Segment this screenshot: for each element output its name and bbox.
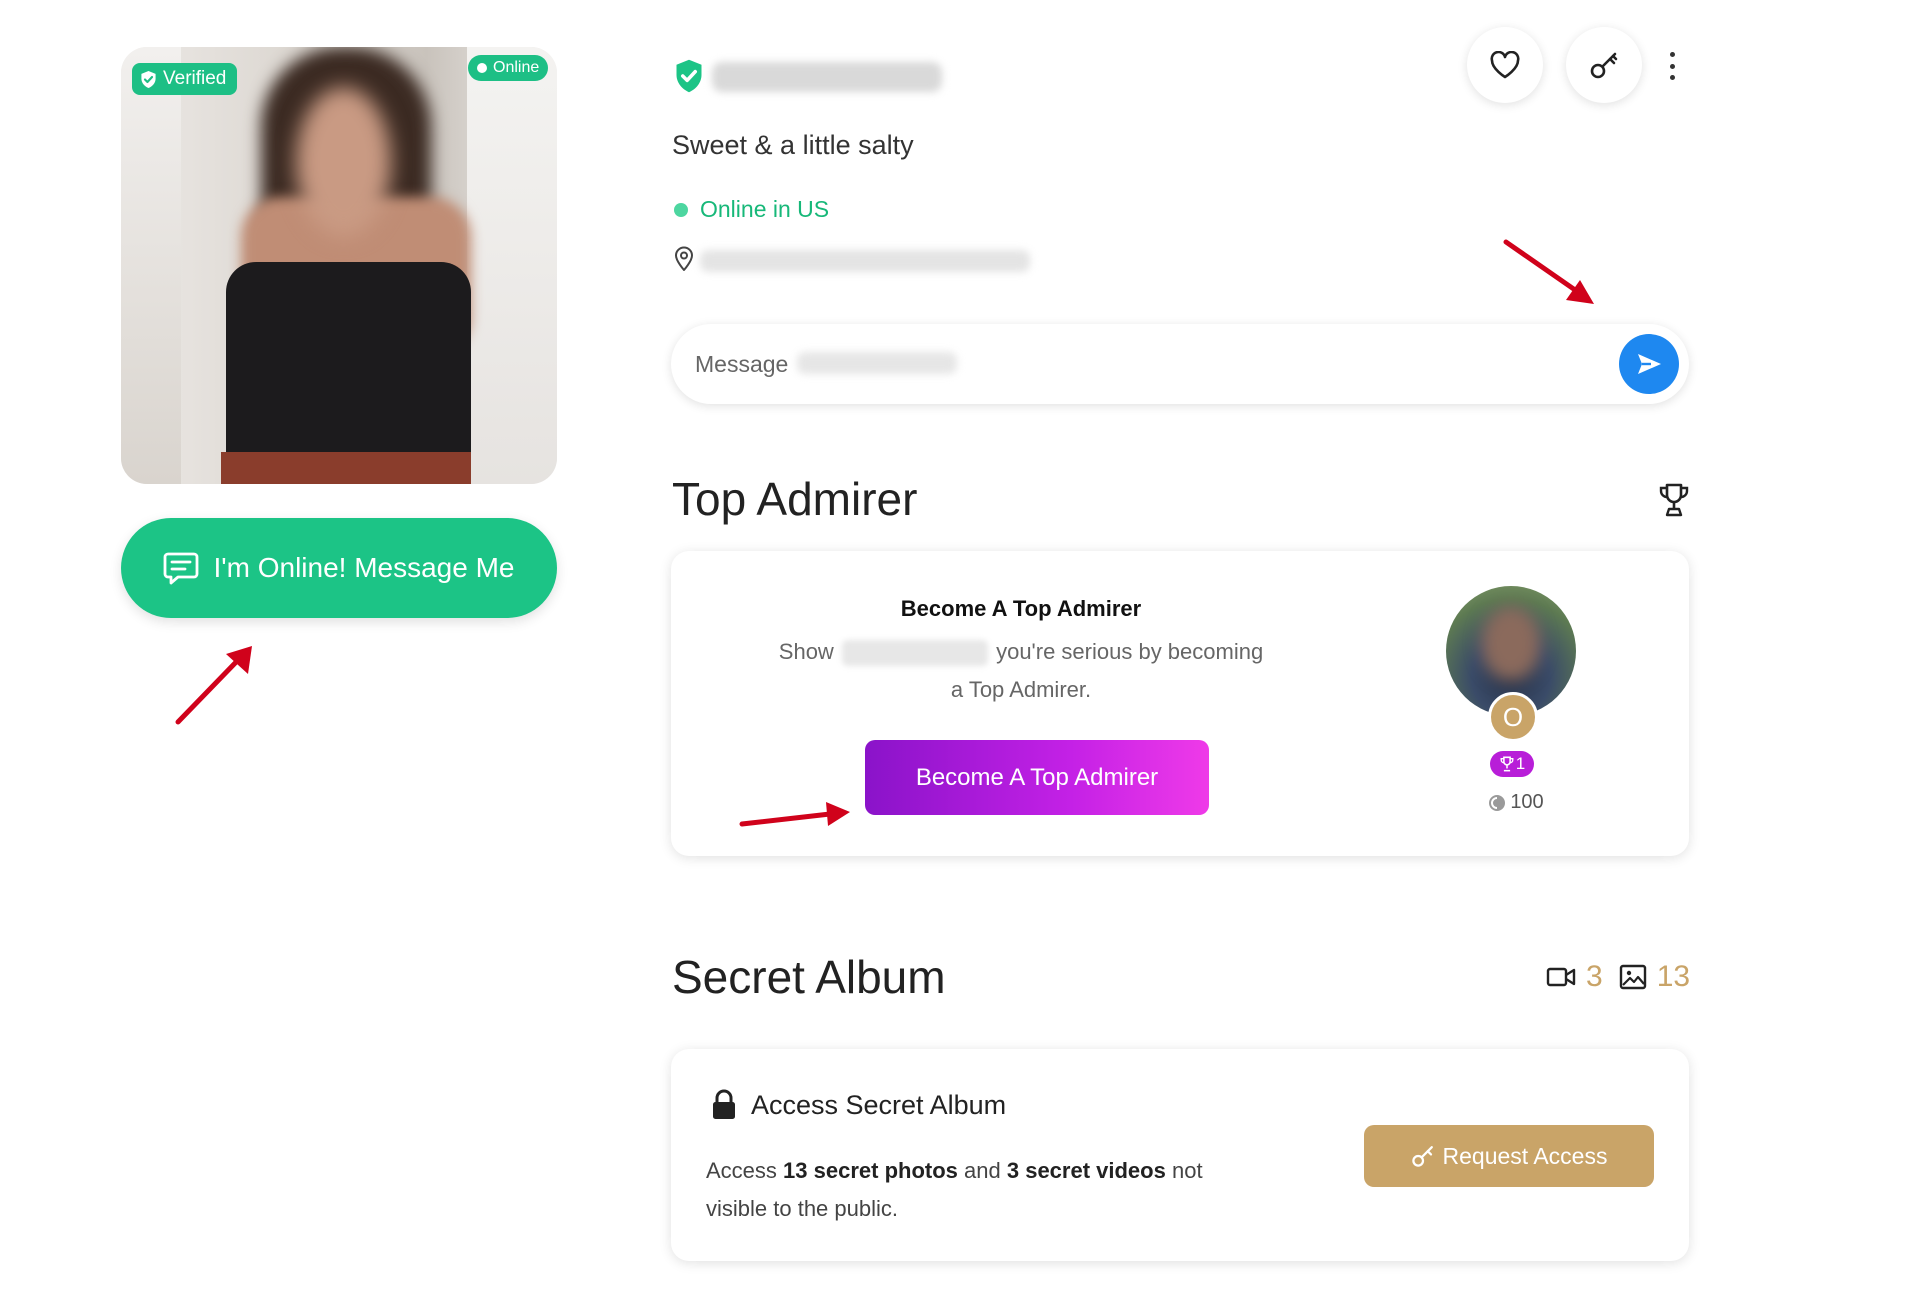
points-value: 100 <box>1510 791 1544 813</box>
request-access-button[interactable]: Request Access <box>1364 1125 1654 1187</box>
request-key-button[interactable] <box>1566 27 1642 103</box>
annotation-arrow-become-admirer <box>739 802 850 827</box>
profile-photo[interactable] <box>121 47 557 484</box>
album-photo-text: 13 secret photos <box>783 1158 958 1183</box>
message-me-label: I'm Online! Message Me <box>213 552 515 583</box>
secret-album-card: Access Secret Album Access 13 secret pho… <box>671 1049 1689 1261</box>
shield-check-icon <box>676 59 702 93</box>
username-redacted <box>712 62 942 92</box>
online-label: Online <box>493 59 540 76</box>
profile-tagline: Sweet & a little salty <box>672 130 914 160</box>
verified-badge: Verified <box>132 63 238 95</box>
online-badge: Online <box>468 55 549 81</box>
top-admirer-heading: Top Admirer <box>672 473 918 525</box>
annotation-arrow-message-me <box>175 646 252 725</box>
coin-icon <box>1489 794 1506 811</box>
album-description: Access 13 secret photos and 3 secret vid… <box>706 1152 1266 1228</box>
image-icon <box>1619 964 1646 990</box>
admirer-desc-prefix: Show <box>778 639 834 664</box>
album-title-text: Access Secret Album <box>751 1089 1007 1120</box>
album-video-text: 3 secret videos <box>1006 1158 1166 1183</box>
username-redacted <box>841 640 988 667</box>
album-desc-part1: Access <box>706 1158 777 1183</box>
more-vertical-icon[interactable] <box>1660 52 1684 80</box>
admirer-desc-suffix: you're serious by becoming <box>996 639 1264 664</box>
video-count: 3 <box>1586 960 1603 993</box>
admirer-card-title: Become A Top Admirer <box>900 596 1142 621</box>
photo-count: 13 <box>1656 960 1691 993</box>
send-icon <box>1638 354 1661 374</box>
online-dot <box>477 63 487 73</box>
status-dot <box>674 202 688 217</box>
become-top-admirer-button[interactable]: Become A Top Admirer <box>865 740 1209 815</box>
secret-album-heading: Secret Album <box>672 951 946 1003</box>
admirer-points: 100 <box>1481 791 1551 814</box>
send-button[interactable] <box>1619 334 1679 394</box>
trophy-icon <box>1500 756 1514 772</box>
trophy-icon[interactable] <box>1658 482 1690 518</box>
favorite-button[interactable] <box>1467 27 1543 103</box>
rank-badge: 1 <box>1490 751 1534 777</box>
rank-value: 1 <box>1515 754 1526 773</box>
admirer-desc-line2: a Top Admirer. <box>950 677 1092 702</box>
request-access-label: Request Access <box>1442 1142 1608 1169</box>
album-media-counts: 3 13 <box>1546 960 1690 994</box>
video-icon <box>1546 967 1576 987</box>
status-text: Online in US <box>700 196 830 222</box>
verified-label: Verified <box>163 68 227 89</box>
key-icon <box>1411 1146 1433 1167</box>
album-desc-part2: and <box>964 1158 1001 1183</box>
annotation-arrow-key <box>1503 239 1594 304</box>
admirer-initial: O <box>1488 692 1538 742</box>
admirer-description: Show you're serious by becoming a Top Ad… <box>671 633 1371 709</box>
location-redacted <box>700 250 1030 272</box>
map-pin-icon <box>675 246 693 271</box>
message-me-button[interactable]: I'm Online! Message Me <box>121 518 557 618</box>
album-card-title: Access Secret Album <box>711 1089 1006 1121</box>
shield-check-icon <box>141 70 156 88</box>
message-composer <box>671 324 1689 404</box>
lock-icon <box>713 1089 735 1119</box>
chat-icon <box>164 552 199 585</box>
key-icon <box>1590 52 1618 79</box>
online-status: Online in US <box>674 196 829 223</box>
heart-icon <box>1490 51 1520 79</box>
recipient-redacted <box>797 352 957 374</box>
